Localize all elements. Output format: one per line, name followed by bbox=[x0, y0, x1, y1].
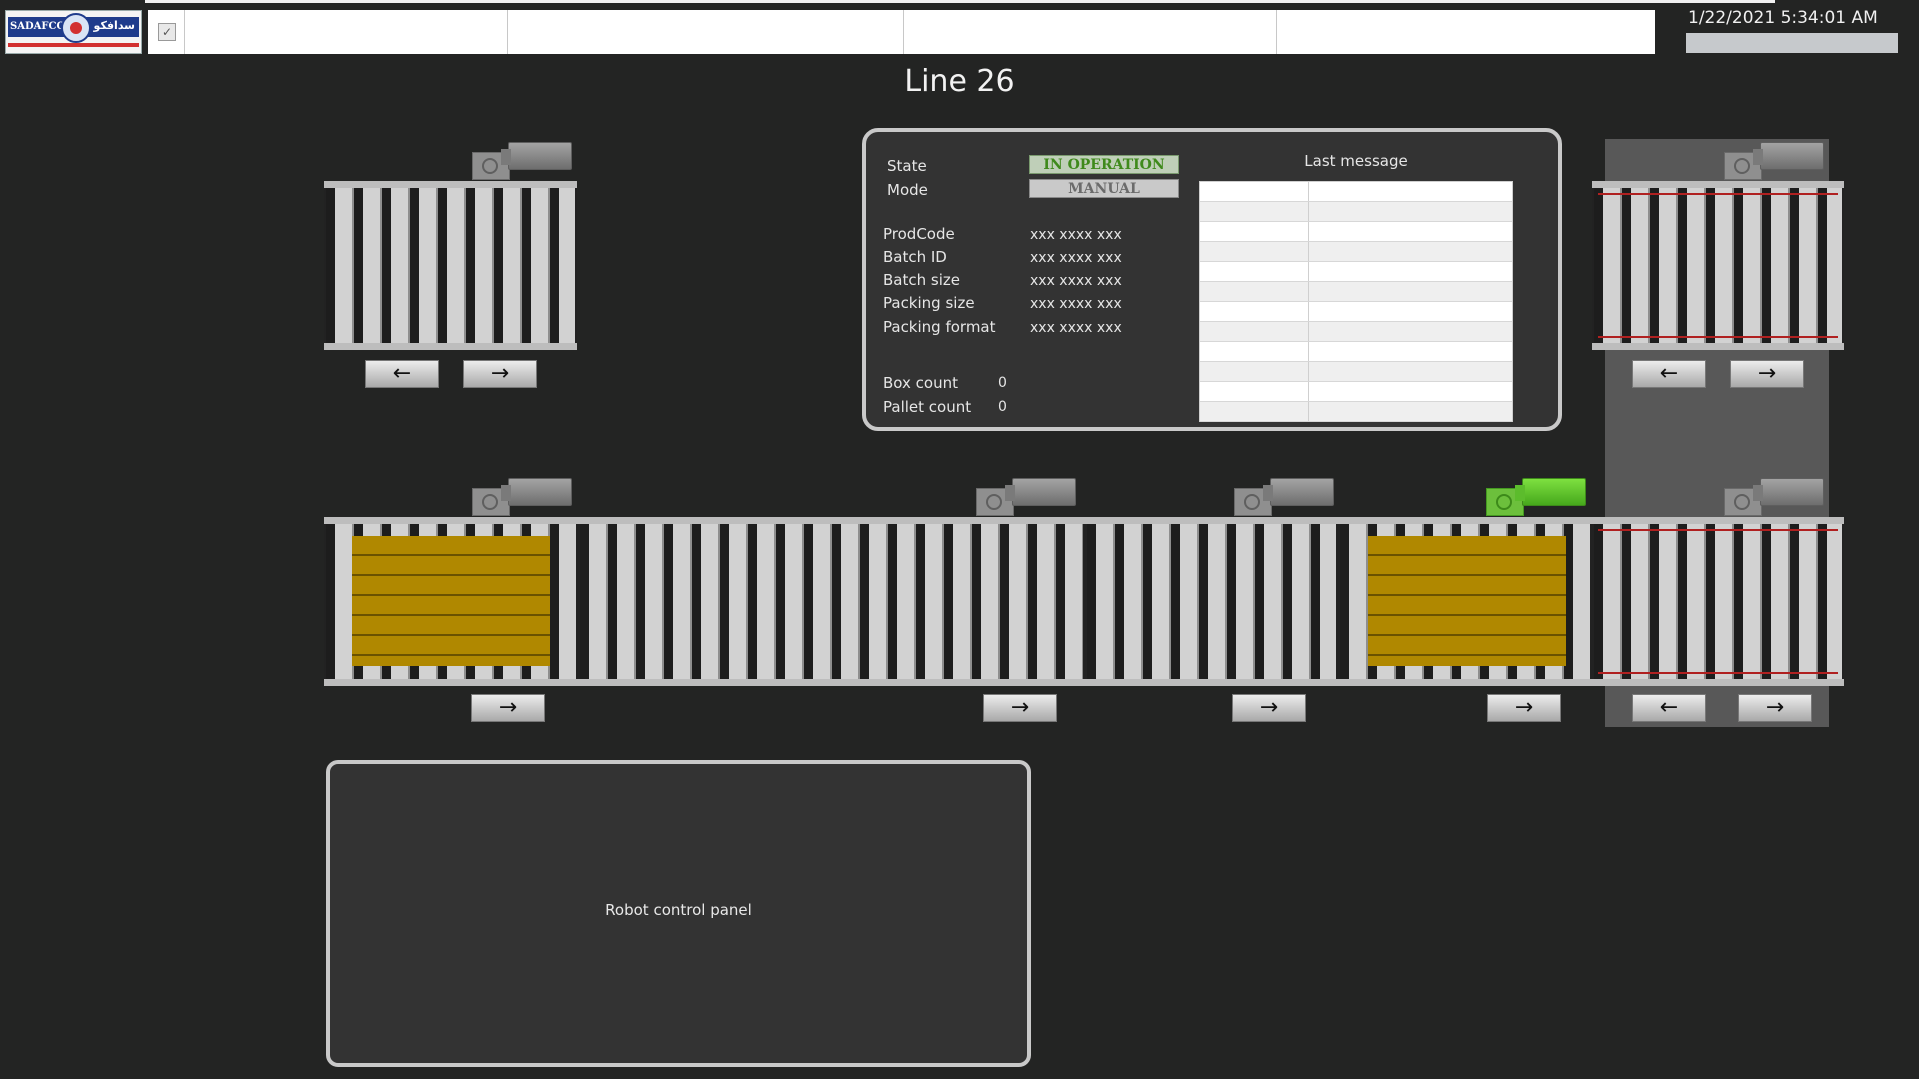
last-message-title: Last message bbox=[1304, 152, 1408, 170]
sadafco-logo: SADAFCO سدافكو bbox=[5, 10, 142, 54]
arrow-right-icon: → bbox=[1259, 695, 1279, 720]
conveyor-top-left bbox=[324, 181, 577, 350]
logo-stripe bbox=[8, 43, 139, 47]
logo-emblem-icon bbox=[61, 13, 91, 43]
table-row bbox=[1200, 342, 1512, 362]
field-label: Batch size bbox=[883, 271, 960, 289]
limit-line bbox=[1598, 672, 1838, 674]
jog-right-button[interactable]: → bbox=[471, 694, 545, 722]
jog-right-button[interactable]: → bbox=[1487, 694, 1561, 722]
robot-control-panel-label: Robot control panel bbox=[605, 901, 752, 919]
conveyor-top-right bbox=[1592, 181, 1844, 350]
pallet-count-label: Pallet count bbox=[883, 398, 972, 416]
arrow-right-icon: → bbox=[1757, 361, 1777, 386]
header-status-bar: ✓ bbox=[148, 10, 1655, 54]
jog-left-button[interactable]: ← bbox=[1632, 694, 1706, 722]
field-label: ProdCode bbox=[883, 225, 955, 243]
header-cell-divider bbox=[1276, 10, 1277, 54]
arrow-right-icon: → bbox=[498, 695, 518, 720]
logo-text-ar: سدافكو bbox=[93, 19, 135, 32]
jog-right-button[interactable]: → bbox=[1232, 694, 1306, 722]
jog-right-button[interactable]: → bbox=[463, 360, 537, 388]
checklist-icon[interactable]: ✓ bbox=[158, 23, 176, 41]
state-badge: IN OPERATION bbox=[1029, 155, 1179, 174]
motor-icon[interactable] bbox=[472, 142, 574, 180]
table-row bbox=[1200, 282, 1512, 302]
conveyor-segment-2 bbox=[578, 517, 1085, 686]
arrow-right-icon: → bbox=[1765, 695, 1785, 720]
box-count-label: Box count bbox=[883, 374, 958, 392]
jog-right-button[interactable]: → bbox=[1738, 694, 1812, 722]
limit-line bbox=[1598, 336, 1838, 338]
datetime-display: 1/22/2021 5:34:01 AM bbox=[1688, 8, 1878, 28]
header-cell-divider bbox=[184, 10, 185, 54]
field-value: xxx xxxx xxx bbox=[1030, 320, 1122, 336]
motor-active-icon[interactable] bbox=[1486, 478, 1588, 516]
motor-icon[interactable] bbox=[1234, 478, 1336, 516]
pallet bbox=[1368, 536, 1566, 666]
table-row bbox=[1200, 382, 1512, 402]
state-label: State bbox=[887, 157, 927, 175]
pallet-count-value: 0 bbox=[998, 399, 1007, 415]
field-value: xxx xxxx xxx bbox=[1030, 273, 1122, 289]
field-label: Packing size bbox=[883, 294, 975, 312]
field-value: xxx xxxx xxx bbox=[1030, 227, 1122, 243]
line-info-panel: State IN OPERATION Mode MANUAL ProdCode … bbox=[862, 128, 1562, 431]
robot-control-panel[interactable]: Robot control panel bbox=[326, 760, 1031, 1067]
field-value: xxx xxxx xxx bbox=[1030, 250, 1122, 266]
motor-icon[interactable] bbox=[976, 478, 1078, 516]
conveyor-segment-5 bbox=[1592, 517, 1844, 686]
jog-left-button[interactable]: ← bbox=[365, 360, 439, 388]
header-cell-divider bbox=[903, 10, 904, 54]
pallet bbox=[352, 536, 550, 666]
box-count-value: 0 bbox=[998, 375, 1007, 391]
page-title: Line 26 bbox=[904, 64, 1015, 99]
limit-line bbox=[1598, 193, 1838, 195]
jog-right-button[interactable]: → bbox=[1730, 360, 1804, 388]
table-row bbox=[1200, 242, 1512, 262]
arrow-right-icon: → bbox=[1514, 695, 1534, 720]
conveyor-segment-3 bbox=[1085, 517, 1338, 686]
motor-icon[interactable] bbox=[472, 478, 574, 516]
logo-text-en: SADAFCO bbox=[10, 21, 66, 32]
table-row bbox=[1200, 362, 1512, 382]
table-row bbox=[1200, 322, 1512, 342]
conveyor-segment-1 bbox=[324, 517, 578, 686]
motor-icon[interactable] bbox=[1724, 478, 1826, 516]
datetime-bar bbox=[1686, 33, 1898, 53]
last-message-table[interactable] bbox=[1199, 181, 1513, 422]
arrow-right-icon: → bbox=[1010, 695, 1030, 720]
arrow-left-icon: ← bbox=[1659, 361, 1679, 386]
limit-line bbox=[1598, 529, 1838, 531]
motor-icon[interactable] bbox=[1724, 142, 1826, 180]
field-value: xxx xxxx xxx bbox=[1030, 296, 1122, 312]
header-cell-divider bbox=[507, 10, 508, 54]
mode-badge: MANUAL bbox=[1029, 179, 1179, 198]
mode-label: Mode bbox=[887, 181, 928, 199]
table-row bbox=[1200, 402, 1512, 422]
table-row bbox=[1200, 202, 1512, 222]
arrow-left-icon: ← bbox=[392, 361, 412, 386]
field-label: Packing format bbox=[883, 318, 996, 336]
arrow-right-icon: → bbox=[490, 361, 510, 386]
jog-left-button[interactable]: ← bbox=[1632, 360, 1706, 388]
header-top-line bbox=[145, 0, 1775, 3]
jog-right-button[interactable]: → bbox=[983, 694, 1057, 722]
conveyor-segment-4 bbox=[1338, 517, 1592, 686]
table-row bbox=[1200, 302, 1512, 322]
table-row bbox=[1200, 182, 1512, 202]
field-label: Batch ID bbox=[883, 248, 947, 266]
table-row bbox=[1200, 222, 1512, 242]
arrow-left-icon: ← bbox=[1659, 695, 1679, 720]
table-row bbox=[1200, 262, 1512, 282]
